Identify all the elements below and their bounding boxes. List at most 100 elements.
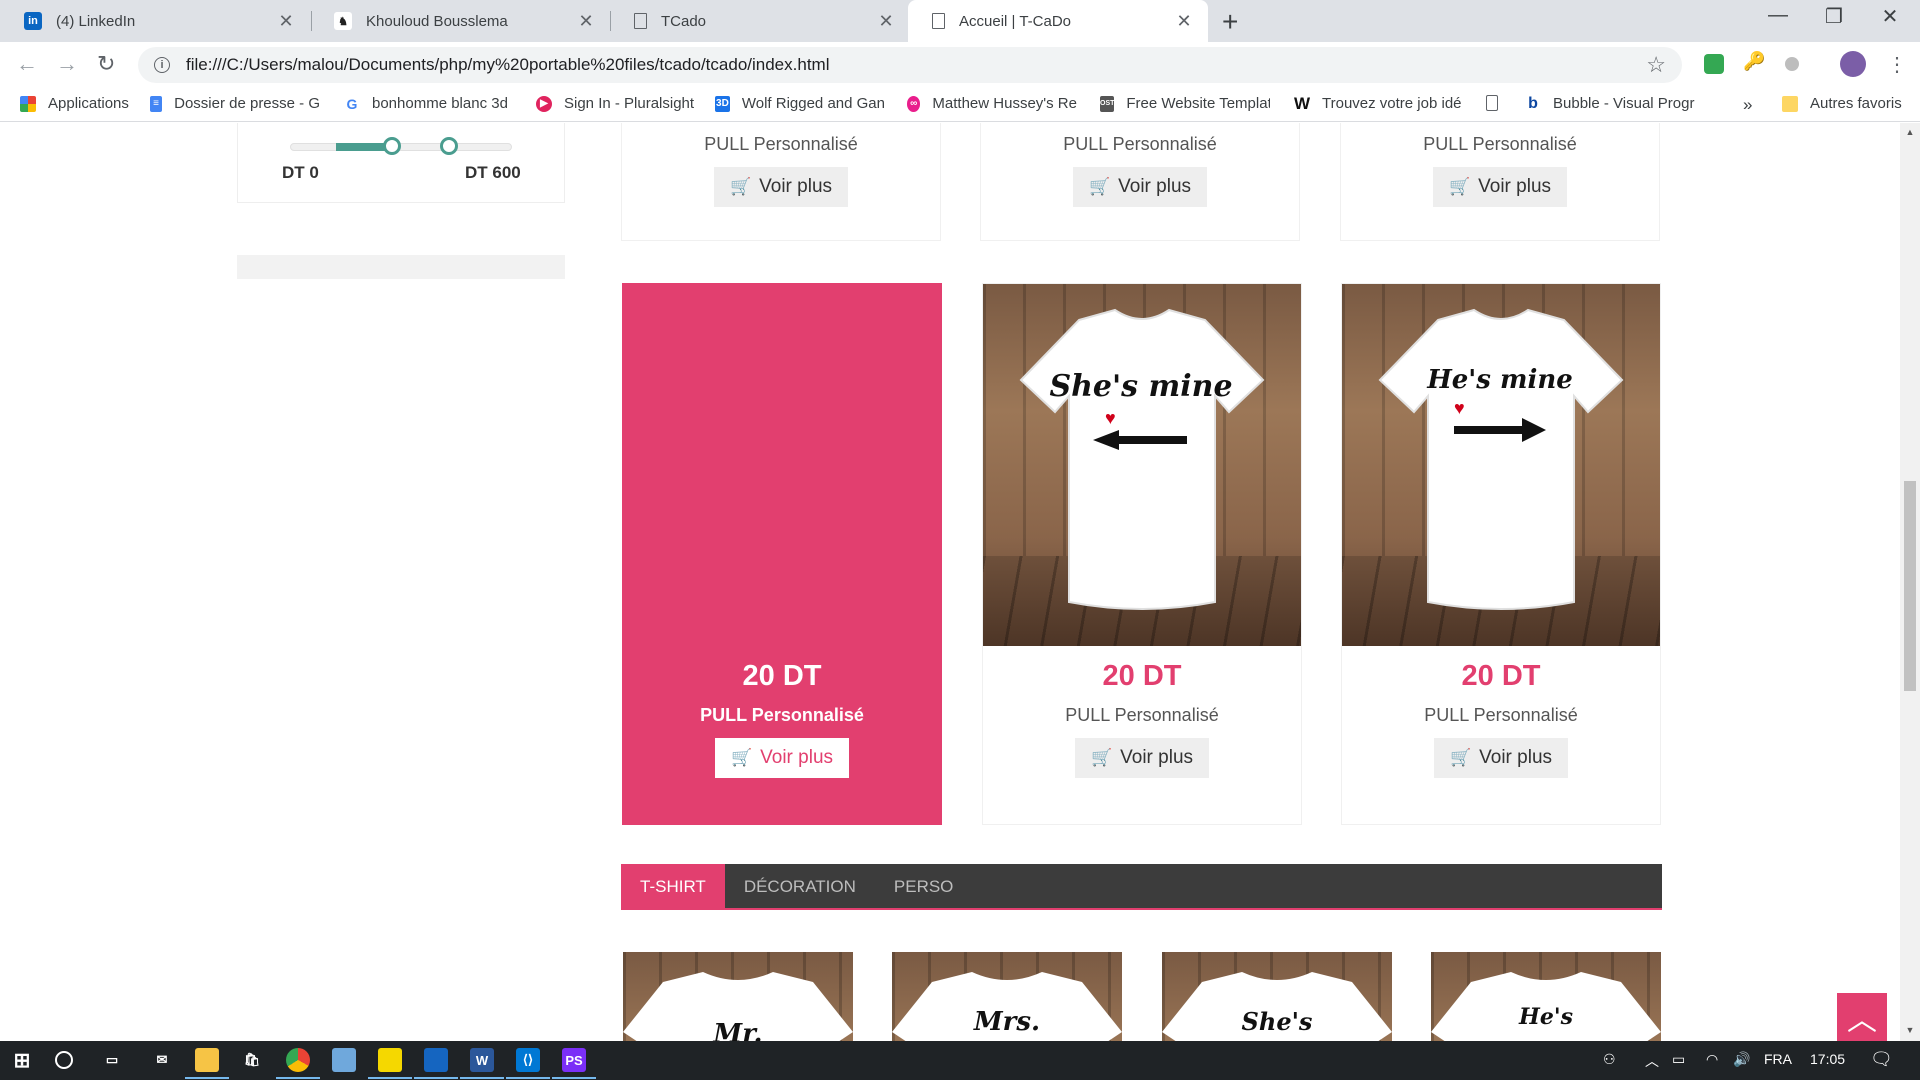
tab-accueil-tcado[interactable]: Accueil | T-CaDo ✕ xyxy=(908,0,1208,42)
scroll-up-arrow-icon[interactable]: ▲ xyxy=(1900,127,1920,137)
tab-tcado[interactable]: TCado ✕ xyxy=(610,0,910,42)
product-card[interactable]: He's mine ♥ 20 DT PULL Personnalisé 🛒 Vo… xyxy=(1341,283,1661,825)
bookmark-item[interactable]: ≡ Dossier de presse - G xyxy=(150,95,320,112)
product-thumbnail[interactable]: Mr. xyxy=(623,952,853,1041)
see-more-button[interactable]: 🛒 Voir plus xyxy=(713,167,849,207)
close-tab-icon[interactable]: ✕ xyxy=(876,11,896,32)
chevron-up-tray-icon[interactable]: ︿ xyxy=(1645,1051,1659,1071)
product-image-shes-mine[interactable]: She's mine ♥ xyxy=(983,284,1301,646)
bookmarks-bar: Applications ≡ Dossier de presse - G G b… xyxy=(0,88,1920,122)
address-url[interactable]: file:///C:/Users/malou/Documents/php/my%… xyxy=(186,55,1646,75)
forward-arrow-icon[interactable]: → xyxy=(56,51,78,77)
profile-avatar-icon[interactable] xyxy=(1840,51,1866,77)
search-cortana-icon[interactable] xyxy=(55,1051,73,1069)
phpstorm-icon[interactable]: PS xyxy=(552,1048,596,1079)
browser-toolbar: ← → ↻ i file:///C:/Users/malou/Documents… xyxy=(0,42,1920,88)
menu-kebab-icon[interactable]: ⋮ xyxy=(1887,52,1907,77)
windows-start-icon[interactable]: ⊞ xyxy=(10,1048,34,1072)
chrome-icon[interactable] xyxy=(276,1048,320,1079)
sticky-notes-icon[interactable] xyxy=(368,1048,412,1079)
other-favorites-folder[interactable]: Autres favoris xyxy=(1782,95,1902,112)
notifications-icon[interactable]: 🗨 xyxy=(1870,1049,1893,1070)
address-bar[interactable]: i file:///C:/Users/malou/Documents/php/m… xyxy=(138,47,1682,83)
clock[interactable]: 17:05 xyxy=(1810,1051,1845,1067)
new-tab-icon[interactable]: + xyxy=(1222,6,1238,38)
product-name: PULL Personnalisé xyxy=(704,134,858,154)
security-app-icon[interactable] xyxy=(414,1048,458,1079)
svg-text:Mr.: Mr. xyxy=(712,1019,762,1041)
price-slider-min-handle[interactable] xyxy=(383,137,401,155)
people-icon[interactable]: ⚇ xyxy=(1603,1051,1616,1068)
bookmark-item[interactable] xyxy=(1486,95,1510,111)
cart-icon: 🛒 xyxy=(1448,177,1471,196)
key-extension-icon[interactable]: 🔑 xyxy=(1743,51,1765,71)
bookmark-item[interactable]: W Trouvez votre job idé xyxy=(1294,95,1464,112)
tab-perso[interactable]: PERSO xyxy=(875,864,973,910)
bookmark-star-icon[interactable]: ☆ xyxy=(1646,52,1666,78)
product-image-hes-mine[interactable]: He's mine ♥ xyxy=(1342,284,1660,646)
extension-icon[interactable] xyxy=(1785,57,1799,71)
bookmark-item[interactable]: G bonhomme blanc 3d xyxy=(344,95,514,112)
battery-icon[interactable]: ▭ xyxy=(1672,1051,1685,1068)
close-tab-icon[interactable]: ✕ xyxy=(1174,11,1194,32)
scroll-to-top-button[interactable]: ︿ xyxy=(1837,993,1887,1041)
store-icon[interactable]: 🛍 xyxy=(240,1048,264,1072)
language-indicator[interactable]: FRA xyxy=(1764,1051,1792,1067)
product-thumbnail[interactable]: She's xyxy=(1162,952,1392,1041)
product-thumbnail[interactable]: He's xyxy=(1431,952,1661,1041)
vscode-icon[interactable]: ⟨⟩ xyxy=(506,1048,550,1079)
product-card[interactable]: She's mine ♥ 20 DT PULL Personnalisé 🛒 V… xyxy=(982,283,1302,825)
file-explorer-icon[interactable] xyxy=(185,1048,229,1079)
bookmark-item[interactable]: b Bubble - Visual Progr xyxy=(1525,95,1695,112)
bookmark-item[interactable]: OST Free Website Templat xyxy=(1100,95,1270,112)
tab-decoration[interactable]: DÉCORATION xyxy=(725,864,875,910)
infinity-icon: ∞ xyxy=(907,95,921,112)
3d-app-icon[interactable] xyxy=(332,1048,356,1072)
close-tab-icon[interactable]: ✕ xyxy=(276,11,296,32)
wifi-icon[interactable]: ◠ xyxy=(1706,1051,1718,1068)
close-window-icon[interactable]: ✕ xyxy=(1862,4,1918,29)
minimize-icon[interactable]: — xyxy=(1750,4,1806,27)
sidebar-banner xyxy=(237,255,565,279)
product-thumbnail[interactable]: Mrs. xyxy=(892,952,1122,1041)
bookmark-item[interactable]: ∞ Matthew Hussey's Re xyxy=(907,95,1077,112)
tab-linkedin[interactable]: in (4) LinkedIn ✕ xyxy=(0,0,310,42)
extension-icon[interactable] xyxy=(1704,54,1724,74)
bookmark-item[interactable]: 3D Wolf Rigged and Gan xyxy=(715,95,885,112)
bookmark-item[interactable]: ▶ Sign In - Pluralsight xyxy=(536,95,694,112)
category-tabs: T-SHIRT DÉCORATION PERSO xyxy=(621,864,1662,910)
ost-icon: OST xyxy=(1100,95,1115,112)
shirt-print-text: She's mine xyxy=(1049,369,1232,404)
scrollbar-thumb[interactable] xyxy=(1904,481,1916,691)
scroll-down-arrow-icon[interactable]: ▼ xyxy=(1900,1025,1920,1035)
info-icon[interactable]: i xyxy=(154,57,170,73)
mail-icon[interactable]: ✉ xyxy=(150,1048,174,1072)
price-slider-track[interactable] xyxy=(290,143,512,151)
more-bookmarks-button[interactable]: » xyxy=(1743,95,1752,115)
close-tab-icon[interactable]: ✕ xyxy=(576,11,596,32)
see-more-button[interactable]: 🛒 Voir plus xyxy=(1074,738,1210,778)
price-slider-max-handle[interactable] xyxy=(440,137,458,155)
see-more-button[interactable]: 🛒 Voir plus xyxy=(1072,167,1208,207)
price-filter: DT 0 DT 600 xyxy=(237,123,565,203)
see-more-button[interactable]: 🛒 Voir plus xyxy=(714,738,850,778)
page-scrollbar[interactable]: ▲ ▼ xyxy=(1900,123,1920,1041)
product-card-highlighted[interactable]: 20 DT PULL Personnalisé 🛒 Voir plus xyxy=(622,283,942,825)
back-arrow-icon[interactable]: ← xyxy=(16,51,38,77)
cart-icon: 🛒 xyxy=(729,177,752,196)
product-image-placeholder xyxy=(623,284,941,646)
cart-icon: 🛒 xyxy=(1090,748,1113,767)
word-icon[interactable]: W xyxy=(460,1048,504,1079)
see-more-button[interactable]: 🛒 Voir plus xyxy=(1432,167,1568,207)
windows-taskbar: ⊞ ▭ ✉ 🛍 W ⟨⟩ PS ⚇ ︿ ▭ ◠ 🔊 FRA 17:05 🗨 xyxy=(0,1041,1920,1080)
tab-t-shirt[interactable]: T-SHIRT xyxy=(621,864,725,910)
bookmark-item[interactable]: Applications xyxy=(20,95,129,112)
tab-khouloud[interactable]: ♞ Khouloud Bousslema ✕ xyxy=(310,0,610,42)
volume-icon[interactable]: 🔊 xyxy=(1733,1051,1750,1068)
product-name: PULL Personnalisé xyxy=(700,705,864,725)
google-icon: G xyxy=(344,95,360,112)
restore-icon[interactable]: ❐ xyxy=(1806,4,1862,29)
see-more-button[interactable]: 🛒 Voir plus xyxy=(1433,738,1569,778)
reload-icon[interactable]: ↻ xyxy=(97,51,115,77)
task-view-icon[interactable]: ▭ xyxy=(100,1048,124,1072)
